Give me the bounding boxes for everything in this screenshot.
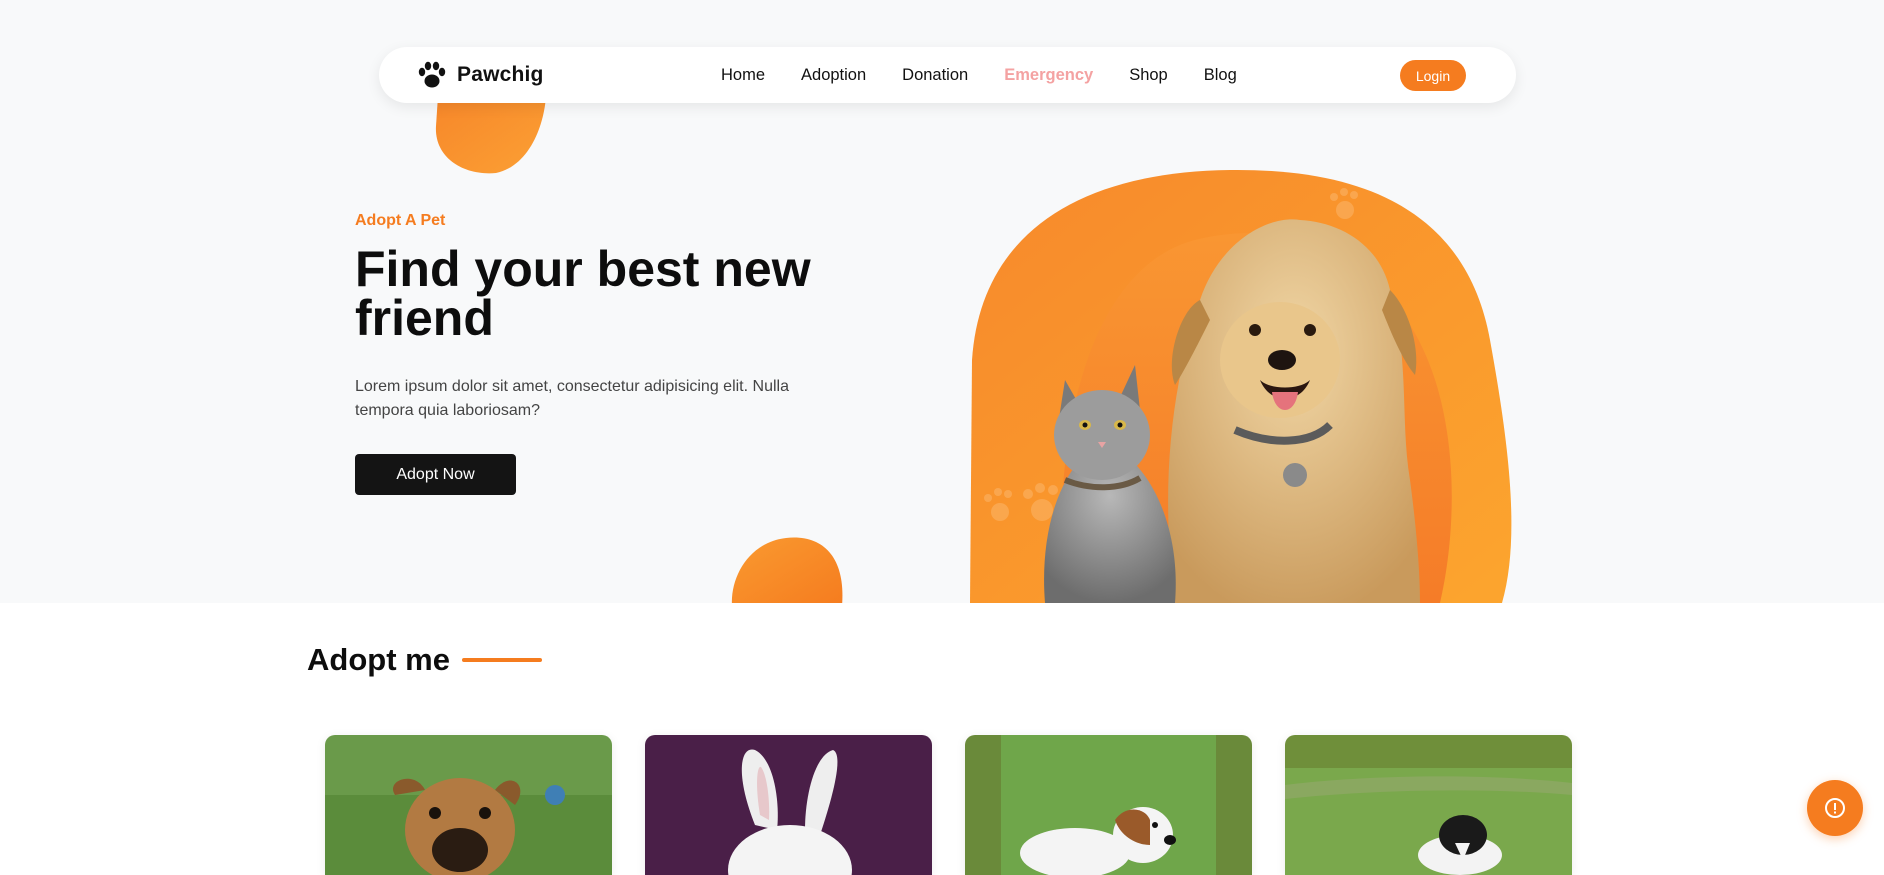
decorative-blob <box>731 537 843 603</box>
decorative-blob <box>435 96 546 174</box>
pet-card[interactable] <box>325 735 612 875</box>
paw-icon <box>418 61 446 88</box>
nav-link-donation[interactable]: Donation <box>902 66 968 85</box>
hero-headline: Find your best new friend <box>355 241 811 346</box>
help-floating-button[interactable] <box>1807 780 1863 836</box>
alert-circle-icon <box>1825 798 1845 818</box>
nav-links: Home Adoption Donation Emergency Shop Bl… <box>721 47 1273 103</box>
puppy-photo <box>325 735 612 875</box>
pet-card[interactable] <box>645 735 932 875</box>
nav-link-emergency[interactable]: Emergency <box>1004 66 1093 85</box>
pet-card[interactable] <box>1285 735 1572 875</box>
dog-photo <box>965 735 1252 875</box>
nav-link-blog[interactable]: Blog <box>1204 66 1237 85</box>
hero-lead: Lorem ipsum dolor sit amet, consectetur … <box>355 378 789 419</box>
adopt-now-button[interactable]: Adopt Now <box>355 454 516 495</box>
login-button[interactable]: Login <box>1400 60 1466 91</box>
nav-link-shop[interactable]: Shop <box>1129 66 1168 85</box>
nav-link-home[interactable]: Home <box>721 66 765 85</box>
hero-pets-illustration <box>970 169 1512 603</box>
hero-eyebrow: Adopt A Pet <box>355 212 446 229</box>
top-navbar: Pawchig Home Adoption Donation Emergency… <box>379 47 1516 103</box>
nav-link-adoption[interactable]: Adoption <box>801 66 866 85</box>
adopt-section-title: Adopt me <box>307 642 450 677</box>
puppy-field-photo <box>1285 735 1572 875</box>
brand-name: Pawchig <box>457 63 544 86</box>
section-title-underline <box>462 658 542 662</box>
pet-card[interactable] <box>965 735 1252 875</box>
rabbit-photo <box>645 735 932 875</box>
brand-logo[interactable]: Pawchig <box>417 61 544 89</box>
hero-section: Adopt A Pet Find your best new friend Lo… <box>0 0 1884 603</box>
